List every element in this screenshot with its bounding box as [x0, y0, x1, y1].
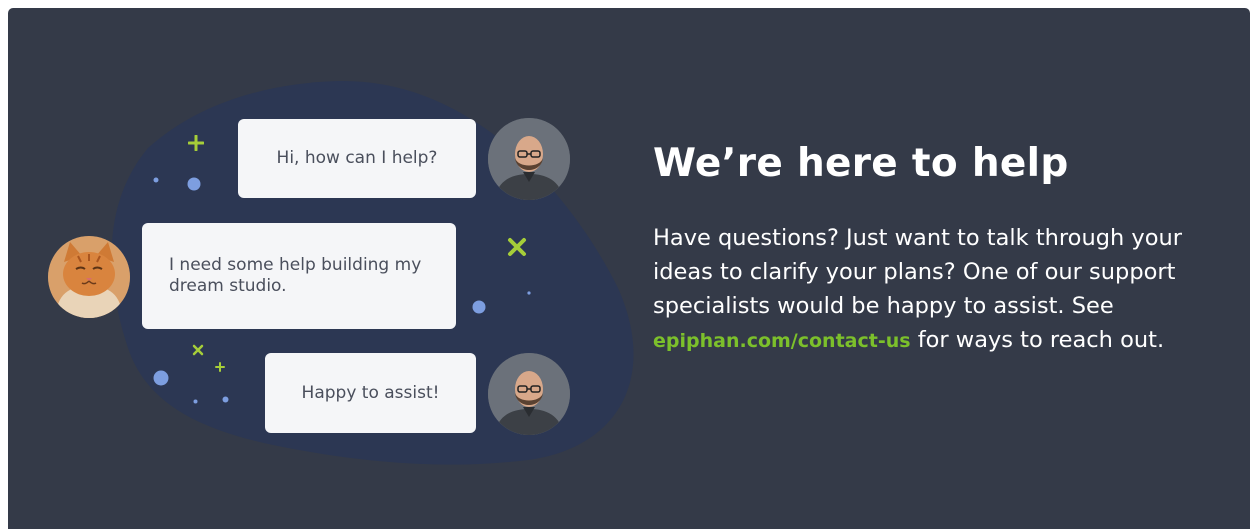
help-title: We’re here to help	[653, 141, 1069, 186]
dot-icon	[222, 396, 229, 403]
chat-bubble: I need some help building my dream studi…	[142, 223, 456, 329]
chat-message-text: Happy to assist!	[301, 382, 440, 403]
support-specialist-avatar	[488, 118, 570, 200]
dot-icon	[193, 399, 198, 404]
dot-icon	[187, 177, 201, 191]
chat-message-text: I need some help building my dream studi…	[169, 255, 422, 296]
help-panel: Hi, how can I help? I need some help bui…	[8, 8, 1250, 529]
dot-icon	[472, 300, 486, 314]
close-icon	[508, 238, 526, 256]
help-description-text: Have questions? Just want to talk throug…	[653, 225, 1182, 319]
close-icon	[192, 344, 204, 356]
dot-icon	[153, 177, 159, 183]
chat-bubble: Hi, how can I help?	[238, 119, 476, 198]
support-specialist-avatar	[488, 353, 570, 435]
dot-icon	[527, 291, 531, 295]
dot-icon	[153, 370, 169, 386]
plus-icon	[215, 362, 225, 372]
chat-bubble: Happy to assist!	[265, 353, 476, 433]
plus-icon	[188, 135, 204, 151]
chat-message-text: Hi, how can I help?	[276, 148, 438, 168]
cat-avatar	[48, 236, 130, 318]
help-description: Have questions? Just want to talk throug…	[653, 221, 1198, 358]
contact-us-link[interactable]: epiphan.com/contact-us	[653, 330, 911, 352]
help-description-text-end: for ways to reach out.	[910, 327, 1165, 353]
